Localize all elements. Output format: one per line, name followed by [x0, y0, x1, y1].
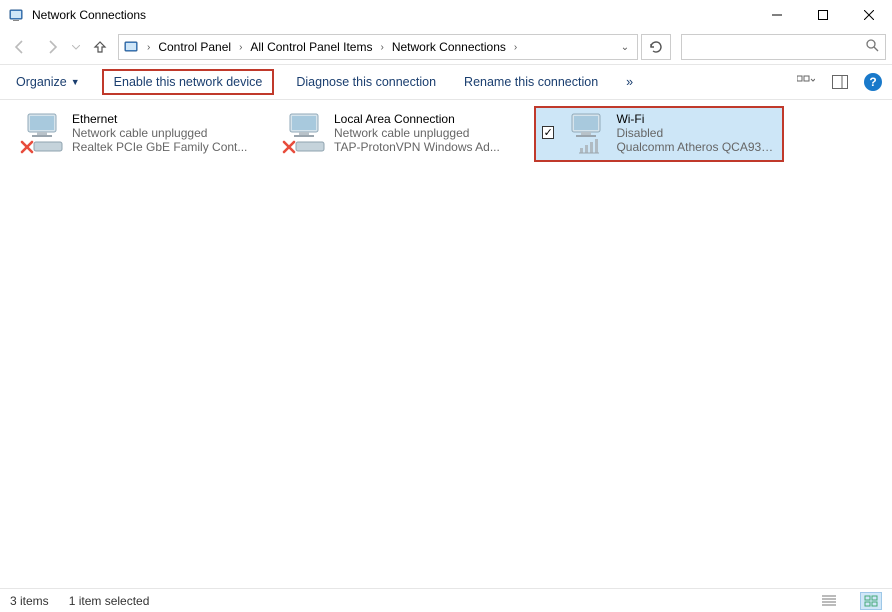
breadcrumb-item[interactable]: Control Panel — [156, 38, 233, 56]
breadcrumb[interactable]: › Control Panel › All Control Panel Item… — [118, 34, 638, 60]
back-button[interactable] — [6, 33, 34, 61]
connection-adapter: TAP-ProtonVPN Windows Ad... — [334, 140, 500, 154]
status-bar: 3 items 1 item selected — [0, 588, 892, 612]
refresh-button[interactable] — [641, 34, 671, 60]
connection-status: Network cable unplugged — [334, 126, 500, 140]
details-view-button[interactable] — [818, 592, 840, 610]
connection-name: Local Area Connection — [334, 112, 500, 126]
connection-status: Network cable unplugged — [72, 126, 247, 140]
search-icon[interactable] — [866, 39, 879, 55]
large-icons-view-button[interactable] — [860, 592, 882, 610]
view-options-button[interactable] — [796, 72, 816, 92]
chevron-down-icon: ▼ — [71, 77, 80, 87]
up-button[interactable] — [86, 33, 114, 61]
minimize-button[interactable] — [754, 0, 800, 30]
rename-button[interactable]: Rename this connection — [458, 72, 604, 92]
preview-pane-button[interactable] — [830, 72, 850, 92]
connection-item[interactable]: Local Area Connection Network cable unpl… — [272, 106, 522, 162]
search-box[interactable] — [681, 34, 886, 60]
breadcrumb-item[interactable]: All Control Panel Items — [248, 38, 374, 56]
item-count: 3 items — [10, 594, 49, 608]
enable-device-button[interactable]: Enable this network device — [102, 69, 275, 95]
close-button[interactable] — [846, 0, 892, 30]
chevron-down-icon[interactable]: ⌄ — [617, 42, 633, 53]
chevron-right-icon[interactable]: › — [143, 42, 154, 53]
connection-item-selected[interactable]: ✓ Wi-Fi Disabled Qualcomm Atheros QCA937… — [534, 106, 784, 162]
connection-item[interactable]: Ethernet Network cable unplugged Realtek… — [10, 106, 260, 162]
command-bar: Organize ▼ Enable this network device Di… — [0, 64, 892, 100]
network-connections-icon — [123, 39, 139, 55]
help-button[interactable]: ? — [864, 73, 882, 91]
diagnose-button[interactable]: Diagnose this connection — [290, 72, 442, 92]
connection-status: Disabled — [616, 126, 776, 140]
connection-icon — [18, 112, 66, 156]
connection-name: Ethernet — [72, 112, 247, 126]
app-icon — [8, 7, 24, 23]
selection-checkbox[interactable]: ✓ — [542, 126, 554, 139]
content-area: Ethernet Network cable unplugged Realtek… — [0, 100, 892, 588]
connection-name: Wi-Fi — [616, 112, 776, 126]
address-row: › Control Panel › All Control Panel Item… — [0, 30, 892, 64]
connection-icon — [562, 112, 610, 156]
titlebar: Network Connections — [0, 0, 892, 30]
chevron-right-icon[interactable]: › — [376, 42, 387, 53]
organize-label: Organize — [16, 75, 67, 89]
chevron-right-icon[interactable]: › — [235, 42, 246, 53]
more-commands-button[interactable]: » — [620, 72, 639, 92]
connection-icon — [280, 112, 328, 156]
selection-count: 1 item selected — [69, 594, 150, 608]
search-input[interactable] — [688, 39, 866, 55]
history-dropdown[interactable] — [70, 45, 82, 50]
forward-button[interactable] — [38, 33, 66, 61]
maximize-button[interactable] — [800, 0, 846, 30]
connection-adapter: Realtek PCIe GbE Family Cont... — [72, 140, 247, 154]
window-title: Network Connections — [32, 8, 146, 22]
organize-menu[interactable]: Organize ▼ — [10, 72, 86, 92]
connection-adapter: Qualcomm Atheros QCA9377... — [616, 140, 776, 154]
chevron-right-icon[interactable]: › — [510, 42, 521, 53]
breadcrumb-item[interactable]: Network Connections — [390, 38, 508, 56]
